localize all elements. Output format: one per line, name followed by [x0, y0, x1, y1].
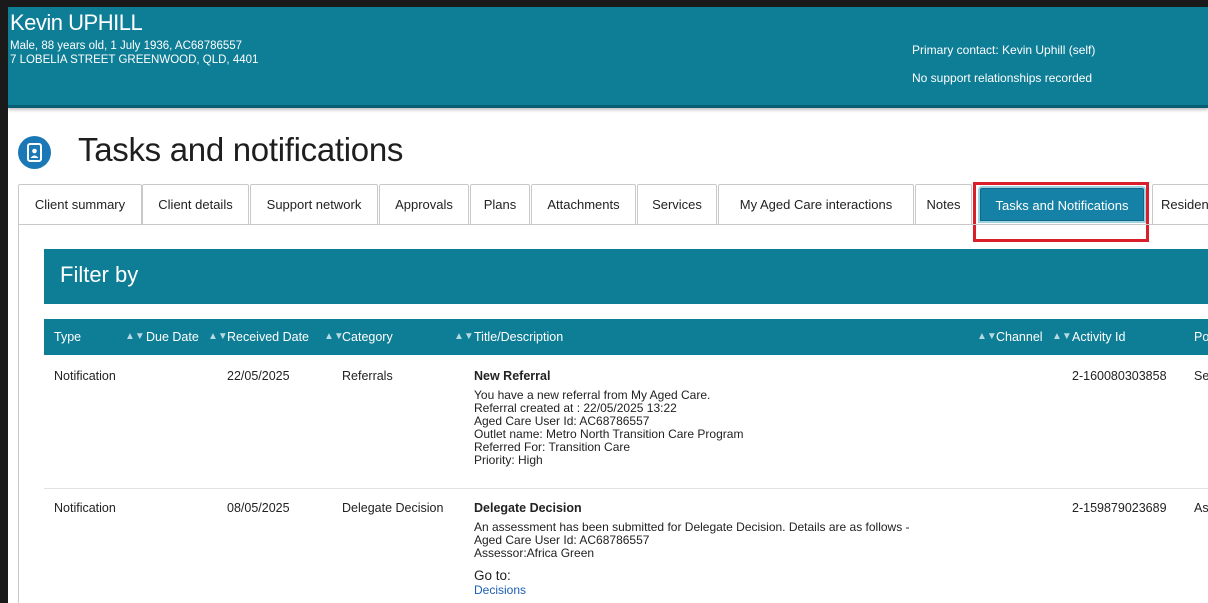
row-description: Delegate Decision An assessment has been… [474, 501, 910, 597]
desc-line: Assessor:Africa Green [474, 546, 595, 560]
col-due-date[interactable]: Due Date [146, 319, 199, 355]
row-received-date: 08/05/2025 [227, 501, 290, 515]
tab-client-summary[interactable]: Client summary [18, 184, 142, 224]
tab-attachments[interactable]: Attachments [531, 184, 636, 224]
col-category[interactable]: Category [342, 319, 393, 355]
tab-notes[interactable]: Notes [915, 184, 972, 224]
goto-label: Go to: [474, 568, 511, 583]
sort-icon[interactable]: ▲▼ [977, 319, 997, 355]
row-title: New Referral [474, 369, 551, 383]
tab-support-network[interactable]: Support network [250, 184, 378, 224]
tab-services[interactable]: Services [637, 184, 717, 224]
primary-contact: Primary contact: Kevin Uphill (self) [912, 43, 1096, 57]
col-portal[interactable]: Por [1194, 319, 1208, 355]
sort-icon[interactable]: ▲▼ [1052, 319, 1072, 355]
col-type[interactable]: Type [54, 319, 81, 355]
row-portal: Ser [1194, 369, 1208, 383]
row-portal: Ass [1194, 501, 1208, 515]
app-frame: Kevin UPHILL Male, 88 years old, 1 July … [0, 0, 1208, 603]
tab-approvals[interactable]: Approvals [379, 184, 469, 224]
patient-address: 7 LOBELIA STREET GREENWOOD, QLD, 4401 [10, 54, 259, 66]
desc-line: Priority: High [474, 453, 543, 467]
row-category: Referrals [342, 369, 393, 383]
highlight-annotation [973, 182, 1149, 242]
tab-divider [18, 224, 1208, 225]
tab-plans[interactable]: Plans [470, 184, 530, 224]
row-description: New Referral You have a new referral fro… [474, 369, 743, 467]
decisions-link[interactable]: Decisions [474, 583, 910, 597]
panel-border [18, 224, 19, 603]
filter-title: Filter by [60, 262, 139, 287]
sort-icon[interactable]: ▲▼ [454, 319, 474, 355]
row-received-date: 22/05/2025 [227, 369, 290, 383]
client-file-icon [18, 136, 51, 169]
row-type: Notification [54, 501, 116, 515]
table-row[interactable]: Notification 22/05/2025 Referrals New Re… [44, 356, 1208, 489]
client-tabs: Client summary Client details Support ne… [18, 182, 1208, 242]
col-activity-id[interactable]: Activity Id [1072, 319, 1126, 355]
support-relationships: No support relationships recorded [912, 71, 1093, 85]
table-row[interactable]: Notification 08/05/2025 Delegate Decisio… [44, 489, 1208, 603]
sort-icon[interactable]: ▲▼ [125, 319, 145, 355]
col-channel[interactable]: Channel [996, 319, 1043, 355]
row-type: Notification [54, 369, 116, 383]
col-title-description[interactable]: Title/Description [474, 319, 563, 355]
tab-residential[interactable]: Residen [1152, 184, 1208, 224]
table-header: Type ▲▼ Due Date ▲▼ Received Date ▲▼ Cat… [44, 319, 1208, 355]
tab-my-aged-care-interactions[interactable]: My Aged Care interactions [718, 184, 914, 224]
row-activity-id: 2-160080303858 [1072, 369, 1167, 383]
patient-demographics: Male, 88 years old, 1 July 1936, AC68786… [10, 40, 243, 52]
filter-panel[interactable]: Filter by [44, 249, 1208, 304]
row-category: Delegate Decision [342, 501, 444, 515]
row-activity-id: 2-159879023689 [1072, 501, 1167, 515]
col-received-date[interactable]: Received Date [227, 319, 309, 355]
tab-client-details[interactable]: Client details [142, 184, 249, 224]
page-title: Tasks and notifications [78, 131, 404, 168]
sort-icon[interactable]: ▲▼ [324, 319, 344, 355]
patient-banner: Kevin UPHILL Male, 88 years old, 1 July … [8, 7, 1208, 108]
sort-icon[interactable]: ▲▼ [208, 319, 228, 355]
patient-name: Kevin UPHILL [10, 10, 143, 35]
row-title: Delegate Decision [474, 501, 582, 515]
